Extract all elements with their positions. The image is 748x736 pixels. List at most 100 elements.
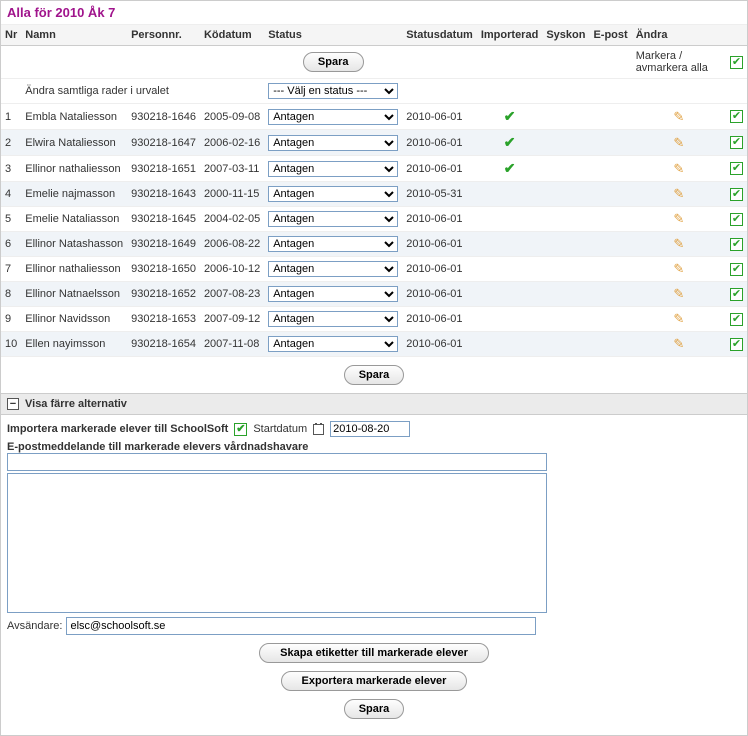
pencil-icon[interactable]: ✎ [673, 236, 684, 251]
table-row: 9Ellinor Navidsson930218-16532007-09-12A… [1, 307, 747, 332]
status-select[interactable]: Antagen [268, 109, 398, 125]
table-row: 4Emelie najmasson930218-16432000-11-15An… [1, 182, 747, 207]
cell-statusdatum: 2010-06-01 [402, 232, 477, 257]
row-checkbox[interactable]: ✔ [730, 136, 743, 149]
check-icon: ✔ [504, 108, 516, 124]
page-title: Alla för 2010 Åk 7 [1, 1, 747, 25]
col-andra: Ändra [632, 25, 726, 46]
toggle-options-icon[interactable]: − [7, 398, 19, 410]
pencil-icon[interactable]: ✎ [673, 211, 684, 226]
cell-kodatum: 2007-09-12 [200, 307, 264, 332]
cell-namn: Emelie najmasson [21, 182, 127, 207]
row-checkbox[interactable]: ✔ [730, 338, 743, 351]
sender-input[interactable] [66, 617, 536, 635]
cell-nr: 5 [1, 207, 21, 232]
calendar-icon[interactable] [313, 424, 324, 435]
bulk-status-select[interactable]: --- Välj en status --- [268, 83, 398, 99]
cell-personnr: 930218-1650 [127, 257, 200, 282]
col-importerad: Importerad [477, 25, 542, 46]
cell-personnr: 930218-1643 [127, 182, 200, 207]
table-row: 10Ellen nayimsson930218-16542007-11-08An… [1, 332, 747, 357]
email-subject-input[interactable] [7, 453, 547, 471]
cell-statusdatum: 2010-06-01 [402, 130, 477, 156]
cell-kodatum: 2004-02-05 [200, 207, 264, 232]
mark-all-checkbox[interactable]: ✔ [730, 56, 743, 69]
cell-statusdatum: 2010-05-31 [402, 182, 477, 207]
status-select[interactable]: Antagen [268, 161, 398, 177]
cell-namn: Ellinor Natashasson [21, 232, 127, 257]
status-select[interactable]: Antagen [268, 311, 398, 327]
email-label: E-postmeddelande till markerade elevers … [7, 441, 741, 453]
col-syskon: Syskon [542, 25, 589, 46]
row-checkbox[interactable]: ✔ [730, 188, 743, 201]
cell-personnr: 930218-1652 [127, 282, 200, 307]
export-button[interactable]: Exportera markerade elever [281, 671, 468, 691]
cell-namn: Ellinor nathaliesson [21, 156, 127, 182]
table-row: 7Ellinor nathaliesson930218-16502006-10-… [1, 257, 747, 282]
cell-kodatum: 2000-11-15 [200, 182, 264, 207]
row-checkbox[interactable]: ✔ [730, 162, 743, 175]
cell-namn: Embla Nataliesson [21, 104, 127, 130]
mark-all-label[interactable]: Markera / avmarkera alla [636, 50, 708, 74]
pencil-icon[interactable]: ✎ [673, 109, 684, 124]
cell-statusdatum: 2010-06-01 [402, 307, 477, 332]
cell-kodatum: 2006-02-16 [200, 130, 264, 156]
cell-namn: Ellinor Natnaelsson [21, 282, 127, 307]
import-label: Importera markerade elever till SchoolSo… [7, 423, 228, 435]
status-select[interactable]: Antagen [268, 336, 398, 352]
startdate-label: Startdatum [253, 423, 307, 435]
pencil-icon[interactable]: ✎ [673, 186, 684, 201]
cell-nr: 7 [1, 257, 21, 282]
cell-nr: 4 [1, 182, 21, 207]
fewer-options-label[interactable]: Visa färre alternativ [25, 398, 127, 410]
save-button-mid[interactable]: Spara [344, 365, 405, 385]
save-button-bottom[interactable]: Spara [344, 699, 405, 719]
bulk-change-label: Ändra samtliga rader i urvalet [21, 79, 264, 104]
cell-personnr: 930218-1649 [127, 232, 200, 257]
cell-personnr: 930218-1654 [127, 332, 200, 357]
cell-nr: 1 [1, 104, 21, 130]
row-checkbox[interactable]: ✔ [730, 110, 743, 123]
row-checkbox[interactable]: ✔ [730, 263, 743, 276]
students-table: Nr Namn Personnr. Ködatum Status Statusd… [1, 25, 747, 357]
cell-statusdatum: 2010-06-01 [402, 257, 477, 282]
status-select[interactable]: Antagen [268, 211, 398, 227]
status-select[interactable]: Antagen [268, 186, 398, 202]
cell-namn: Ellinor Navidsson [21, 307, 127, 332]
col-statusdatum: Statusdatum [402, 25, 477, 46]
status-select[interactable]: Antagen [268, 261, 398, 277]
email-body-textarea[interactable] [7, 473, 547, 613]
cell-kodatum: 2006-10-12 [200, 257, 264, 282]
status-select[interactable]: Antagen [268, 135, 398, 151]
cell-kodatum: 2007-08-23 [200, 282, 264, 307]
table-row: 3Ellinor nathaliesson930218-16512007-03-… [1, 156, 747, 182]
table-row: 8Ellinor Natnaelsson930218-16522007-08-2… [1, 282, 747, 307]
startdate-input[interactable] [330, 421, 410, 437]
cell-kodatum: 2007-11-08 [200, 332, 264, 357]
row-checkbox[interactable]: ✔ [730, 213, 743, 226]
pencil-icon[interactable]: ✎ [673, 311, 684, 326]
pencil-icon[interactable]: ✎ [673, 336, 684, 351]
row-checkbox[interactable]: ✔ [730, 238, 743, 251]
import-checkbox[interactable]: ✔ [234, 423, 247, 436]
col-nr: Nr [1, 25, 21, 46]
table-row: 1Embla Nataliesson930218-16462005-09-08A… [1, 104, 747, 130]
create-labels-button[interactable]: Skapa etiketter till markerade elever [259, 643, 489, 663]
pencil-icon[interactable]: ✎ [673, 261, 684, 276]
status-select[interactable]: Antagen [268, 236, 398, 252]
cell-nr: 8 [1, 282, 21, 307]
cell-nr: 6 [1, 232, 21, 257]
cell-statusdatum: 2010-06-01 [402, 104, 477, 130]
pencil-icon[interactable]: ✎ [673, 161, 684, 176]
cell-personnr: 930218-1647 [127, 130, 200, 156]
cell-namn: Elwira Nataliesson [21, 130, 127, 156]
col-namn: Namn [21, 25, 127, 46]
row-checkbox[interactable]: ✔ [730, 288, 743, 301]
cell-namn: Ellen nayimsson [21, 332, 127, 357]
pencil-icon[interactable]: ✎ [673, 135, 684, 150]
save-button-top[interactable]: Spara [303, 52, 364, 72]
row-checkbox[interactable]: ✔ [730, 313, 743, 326]
table-row: 6Ellinor Natashasson930218-16492006-08-2… [1, 232, 747, 257]
status-select[interactable]: Antagen [268, 286, 398, 302]
pencil-icon[interactable]: ✎ [673, 286, 684, 301]
